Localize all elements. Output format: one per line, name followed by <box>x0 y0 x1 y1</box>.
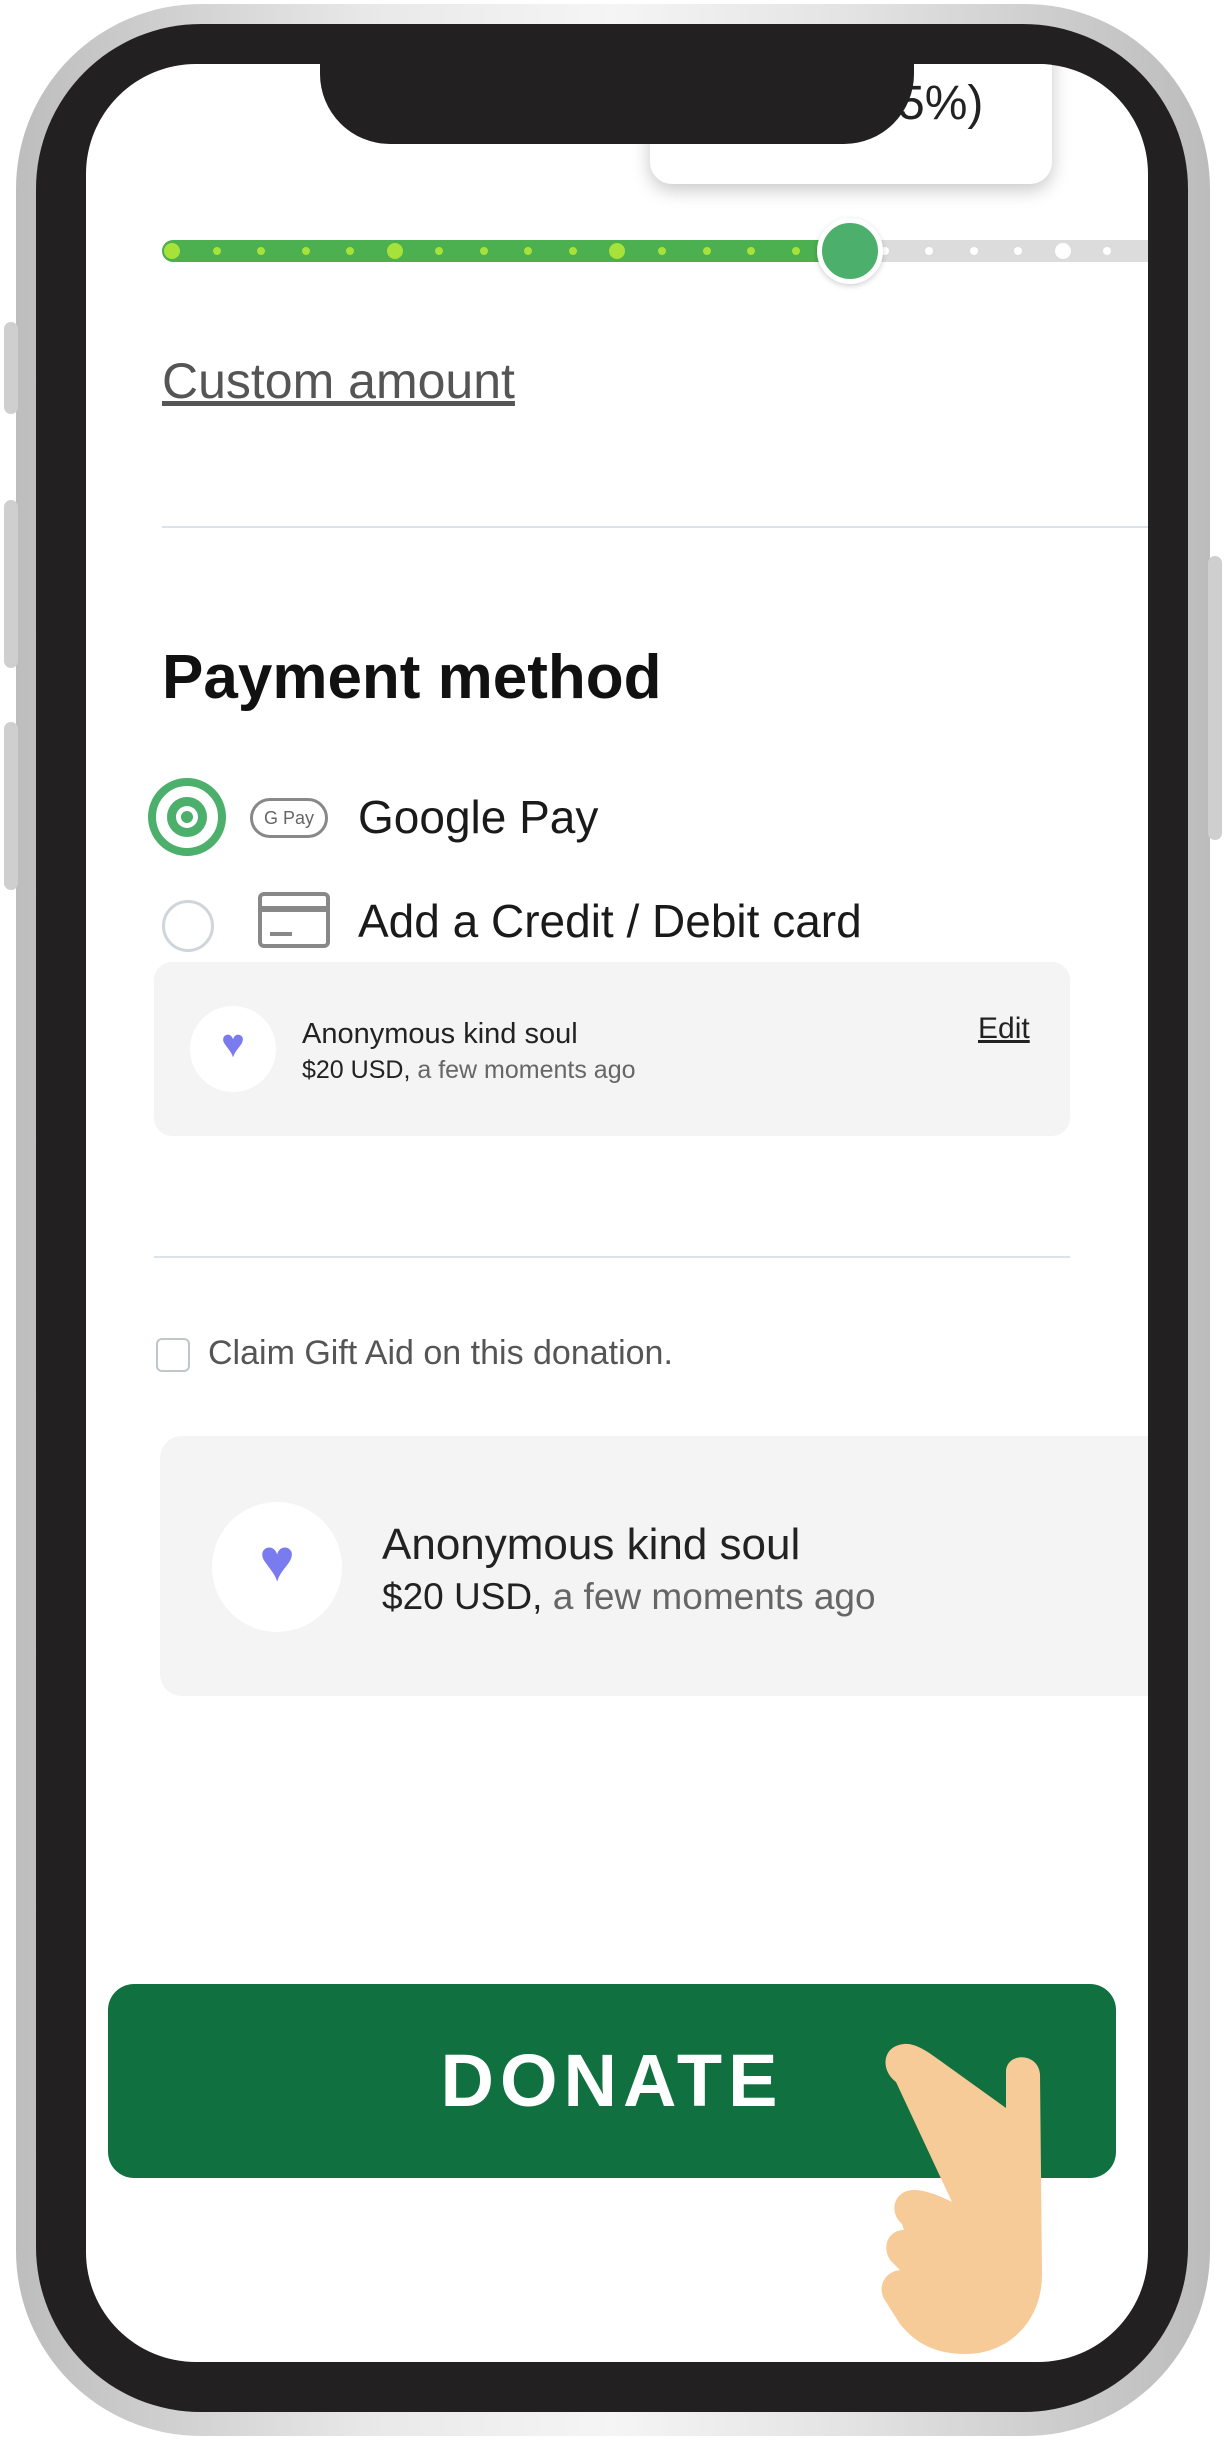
pointing-hand-icon <box>881 2043 1042 2354</box>
amount-slider-thumb[interactable] <box>817 218 883 284</box>
donor-name: Anonymous kind soul <box>382 1520 801 1569</box>
avatar: ♥ <box>212 1502 342 1632</box>
avatar: ♥ <box>190 1006 276 1092</box>
section-divider <box>162 526 1148 528</box>
section-divider <box>154 1256 1070 1258</box>
phone-left-button <box>4 722 18 890</box>
slider-tick <box>1103 247 1112 255</box>
radio-selected-dot <box>176 806 198 828</box>
heart-icon: ♥ <box>221 1022 245 1066</box>
slider-tick <box>386 243 403 259</box>
credit-card-icon <box>258 892 330 948</box>
donor-amount-line: $20 USD, a few moments ago <box>382 1576 876 1618</box>
slider-tick <box>164 243 180 259</box>
slider-tick <box>479 247 488 255</box>
credit-card-radio[interactable] <box>162 900 214 952</box>
heart-icon: ♥ <box>259 1527 295 1594</box>
gift-aid-label[interactable]: Claim Gift Aid on this donation. <box>208 1334 673 1373</box>
slider-tick <box>212 247 221 255</box>
phone-screen: 5%) Custom amount Payment method G Pay G… <box>86 64 1148 2362</box>
google-pay-label[interactable]: Google Pay <box>358 790 598 844</box>
donor-preview-large: ♥ Anonymous kind soul $20 USD, a few mom… <box>160 1436 1148 1696</box>
payment-method-title: Payment method <box>162 643 662 712</box>
slider-tick <box>658 247 666 255</box>
slider-tick <box>702 247 711 255</box>
phone-notch <box>320 64 914 144</box>
phone-left-button <box>4 500 18 668</box>
google-pay-icon: G Pay <box>250 798 328 838</box>
donor-amount: $20 USD, <box>382 1576 543 1617</box>
google-pay-radio[interactable] <box>148 778 226 856</box>
gift-aid-checkbox[interactable] <box>156 1338 190 1372</box>
phone-left-button <box>4 322 18 414</box>
slider-tick <box>301 247 310 255</box>
donor-time: a few moments ago <box>417 1056 636 1084</box>
slider-tick <box>925 247 934 255</box>
donor-amount-line: $20 USD, a few moments ago <box>302 1056 636 1085</box>
slider-tick <box>791 247 800 255</box>
credit-card-label[interactable]: Add a Credit / Debit card <box>358 894 862 948</box>
phone-frame: 5%) Custom amount Payment method G Pay G… <box>36 24 1188 2412</box>
phone-right-button <box>1208 556 1222 840</box>
donor-name: Anonymous kind soul <box>302 1018 578 1050</box>
donor-preview-small: ♥ Anonymous kind soul $20 USD, a few mom… <box>154 962 1070 1136</box>
slider-tick <box>568 247 577 255</box>
donor-time: a few moments ago <box>552 1576 876 1617</box>
amount-slider[interactable] <box>162 218 1148 284</box>
slider-tick <box>1014 247 1023 255</box>
slider-tick <box>1054 243 1071 259</box>
slider-tick <box>969 247 978 255</box>
donor-amount: $20 USD, <box>302 1056 411 1084</box>
custom-amount-link[interactable]: Custom amount <box>162 352 515 410</box>
edit-link[interactable]: Edit <box>978 1012 1030 1046</box>
